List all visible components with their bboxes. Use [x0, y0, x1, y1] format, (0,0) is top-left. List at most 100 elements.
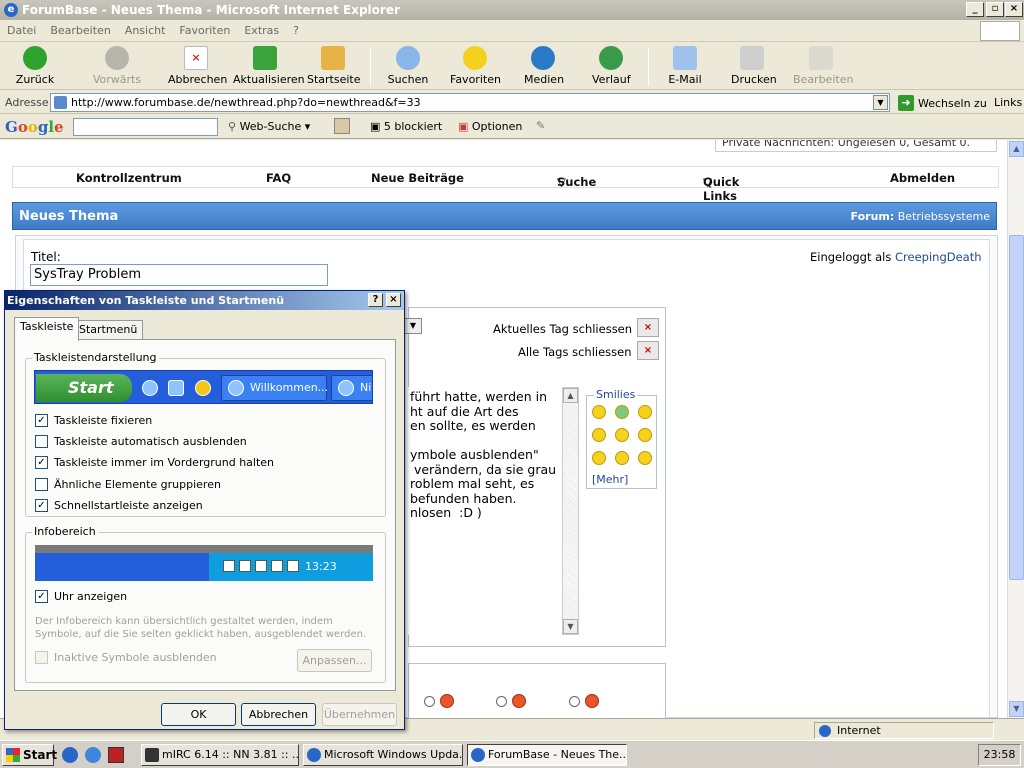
mail-button[interactable]: E-Mail	[667, 46, 703, 86]
stop-button[interactable]: × Abbrechen	[168, 46, 227, 86]
toolbar-separator	[370, 48, 371, 86]
post-icon-radio[interactable]	[424, 696, 435, 707]
checkbox[interactable]: ✓	[35, 414, 48, 427]
nav-control-panel[interactable]: Kontrollzentrum	[76, 171, 182, 185]
favorites-button[interactable]: Favoriten	[450, 46, 501, 86]
font-dropdown-button[interactable]: ▼	[404, 318, 422, 334]
forward-button[interactable]: Vorwärts	[92, 46, 142, 86]
smiley-icon[interactable]	[615, 451, 629, 465]
scroll-up-icon[interactable]: ▲	[1009, 141, 1024, 157]
menu-help[interactable]: ?	[286, 24, 306, 37]
apply-button[interactable]: Übernehmen	[322, 703, 397, 726]
options-button[interactable]: ▣ Optionen	[458, 120, 522, 133]
tab-taskbar[interactable]: Taskleiste	[14, 317, 80, 341]
address-dropdown-button[interactable]: ▼	[873, 95, 888, 110]
help-button[interactable]: ?	[368, 293, 383, 307]
dialog-close-button[interactable]: ×	[386, 293, 401, 307]
ok-button[interactable]: OK	[161, 703, 236, 726]
checkbox[interactable]	[35, 478, 48, 491]
google-search-input[interactable]	[73, 118, 218, 136]
option-lock-taskbar[interactable]: ✓ Taskleiste fixieren	[35, 414, 152, 427]
post-icon	[512, 694, 526, 708]
smiley-icon[interactable]	[638, 405, 652, 419]
quicklaunch-desktop-icon[interactable]	[85, 747, 101, 763]
dialog-title: Eigenschaften von Taskleiste und Startme…	[5, 291, 404, 310]
smiley-icon[interactable]	[592, 405, 606, 419]
edit-button[interactable]: Bearbeiten	[793, 46, 853, 86]
quicklaunch-ie-icon[interactable]	[62, 747, 78, 763]
more-smilies-link[interactable]: [Mehr]	[592, 473, 628, 486]
popup-blocker-button[interactable]: ▣ 5 blockiert	[370, 120, 442, 133]
refresh-button[interactable]: Aktualisieren	[233, 46, 305, 86]
option-show-clock[interactable]: ✓ Uhr anzeigen	[35, 590, 127, 603]
highlighter-icon[interactable]: ✎	[536, 119, 545, 132]
address-input[interactable]: http://www.forumbase.de/newthread.php?do…	[50, 93, 890, 112]
restore-button[interactable]: ▫	[986, 2, 1004, 17]
web-search-button[interactable]: ⚲ Web-Suche ▾	[228, 120, 310, 133]
scroll-down-icon[interactable]: ▼	[563, 619, 578, 634]
menu-tools[interactable]: Extras	[237, 24, 286, 37]
nav-faq[interactable]: FAQ	[266, 171, 291, 185]
smiley-icon[interactable]	[592, 451, 606, 465]
menu-edit[interactable]: Bearbeiten	[43, 24, 117, 37]
checkbox[interactable]: ✓	[35, 499, 48, 512]
media-button[interactable]: Medien	[524, 46, 564, 86]
smiley-icon[interactable]	[615, 428, 629, 442]
menu-file[interactable]: Datei	[0, 24, 43, 37]
option-group-similar[interactable]: Ähnliche Elemente gruppieren	[35, 478, 221, 491]
forum-link[interactable]: Betriebssysteme	[898, 210, 990, 223]
minimize-button[interactable]: _	[966, 2, 984, 17]
page-scrollbar[interactable]: ▲ ▼	[1007, 140, 1024, 718]
scroll-thumb[interactable]	[1009, 235, 1024, 580]
message-textarea[interactable]: führt hatte, werden in ht auf die Art de…	[408, 387, 578, 635]
back-button[interactable]: Zurück	[14, 46, 56, 86]
tab-startmenu[interactable]: Startmenü	[73, 320, 144, 340]
smiley-icon[interactable]	[592, 428, 606, 442]
google-logo[interactable]: Google	[5, 118, 64, 136]
smiley-icon[interactable]	[615, 405, 629, 419]
smiley-icon[interactable]	[638, 451, 652, 465]
taskbar-preview: Start Willkommen... Nin	[34, 370, 373, 404]
checkbox[interactable]: ✓	[35, 590, 48, 603]
news-icon[interactable]	[334, 118, 350, 134]
menu-view[interactable]: Ansicht	[118, 24, 173, 37]
post-icon-radio[interactable]	[496, 696, 507, 707]
go-button[interactable]: ➜ Wechseln zu	[898, 95, 987, 111]
home-button[interactable]: Startseite	[307, 46, 361, 86]
nav-logout[interactable]: Abmelden	[890, 171, 955, 185]
post-icon-radio[interactable]	[569, 696, 580, 707]
customize-button[interactable]: Anpassen...	[297, 649, 372, 672]
quicklaunch-app-icon[interactable]	[108, 747, 124, 763]
message-scrollbar[interactable]: ▲ ▼	[562, 387, 579, 635]
history-button[interactable]: Verlauf	[592, 46, 631, 86]
option-always-on-top[interactable]: ✓ Taskleiste immer im Vordergrund halten	[35, 456, 274, 469]
username-link[interactable]: CreepingDeath	[895, 250, 982, 264]
globe-icon	[819, 725, 831, 737]
checkbox[interactable]	[35, 435, 48, 448]
menu-favorites[interactable]: Favoriten	[172, 24, 237, 37]
task-mirc[interactable]: mIRC 6.14 :: NN 3.81 :: ...	[141, 744, 299, 766]
close-tag-button[interactable]: ×	[637, 318, 659, 337]
standard-toolbar: Zurück Vorwärts × Abbrechen Aktualisiere…	[0, 43, 1024, 90]
links-button[interactable]: Links	[994, 96, 1022, 109]
search-button[interactable]: Suchen	[387, 46, 429, 86]
task-forumbase[interactable]: ForumBase - Neues The...	[467, 744, 627, 766]
task-windows-update[interactable]: Microsoft Windows Upda...	[303, 744, 463, 766]
page-icon	[54, 96, 67, 109]
close-all-tags-button[interactable]: ×	[637, 341, 659, 360]
search-icon	[396, 46, 420, 70]
smiley-icon[interactable]	[638, 428, 652, 442]
option-quick-launch[interactable]: ✓ Schnellstartleiste anzeigen	[35, 499, 203, 512]
nav-new-posts[interactable]: Neue Beiträge	[371, 171, 464, 185]
option-autohide[interactable]: Taskleiste automatisch ausblenden	[35, 435, 247, 448]
title-input[interactable]: SysTray Problem	[30, 264, 328, 286]
scroll-down-icon[interactable]: ▼	[1009, 701, 1024, 717]
taskbar-clock[interactable]: 23:58	[978, 744, 1021, 766]
windows-flag-icon	[6, 748, 20, 762]
close-window-button[interactable]: ×	[1005, 2, 1023, 17]
cancel-button[interactable]: Abbrechen	[241, 703, 316, 726]
start-button[interactable]: Start	[2, 744, 57, 766]
scroll-up-icon[interactable]: ▲	[563, 388, 578, 403]
print-button[interactable]: Drucken	[731, 46, 777, 86]
checkbox[interactable]: ✓	[35, 456, 48, 469]
